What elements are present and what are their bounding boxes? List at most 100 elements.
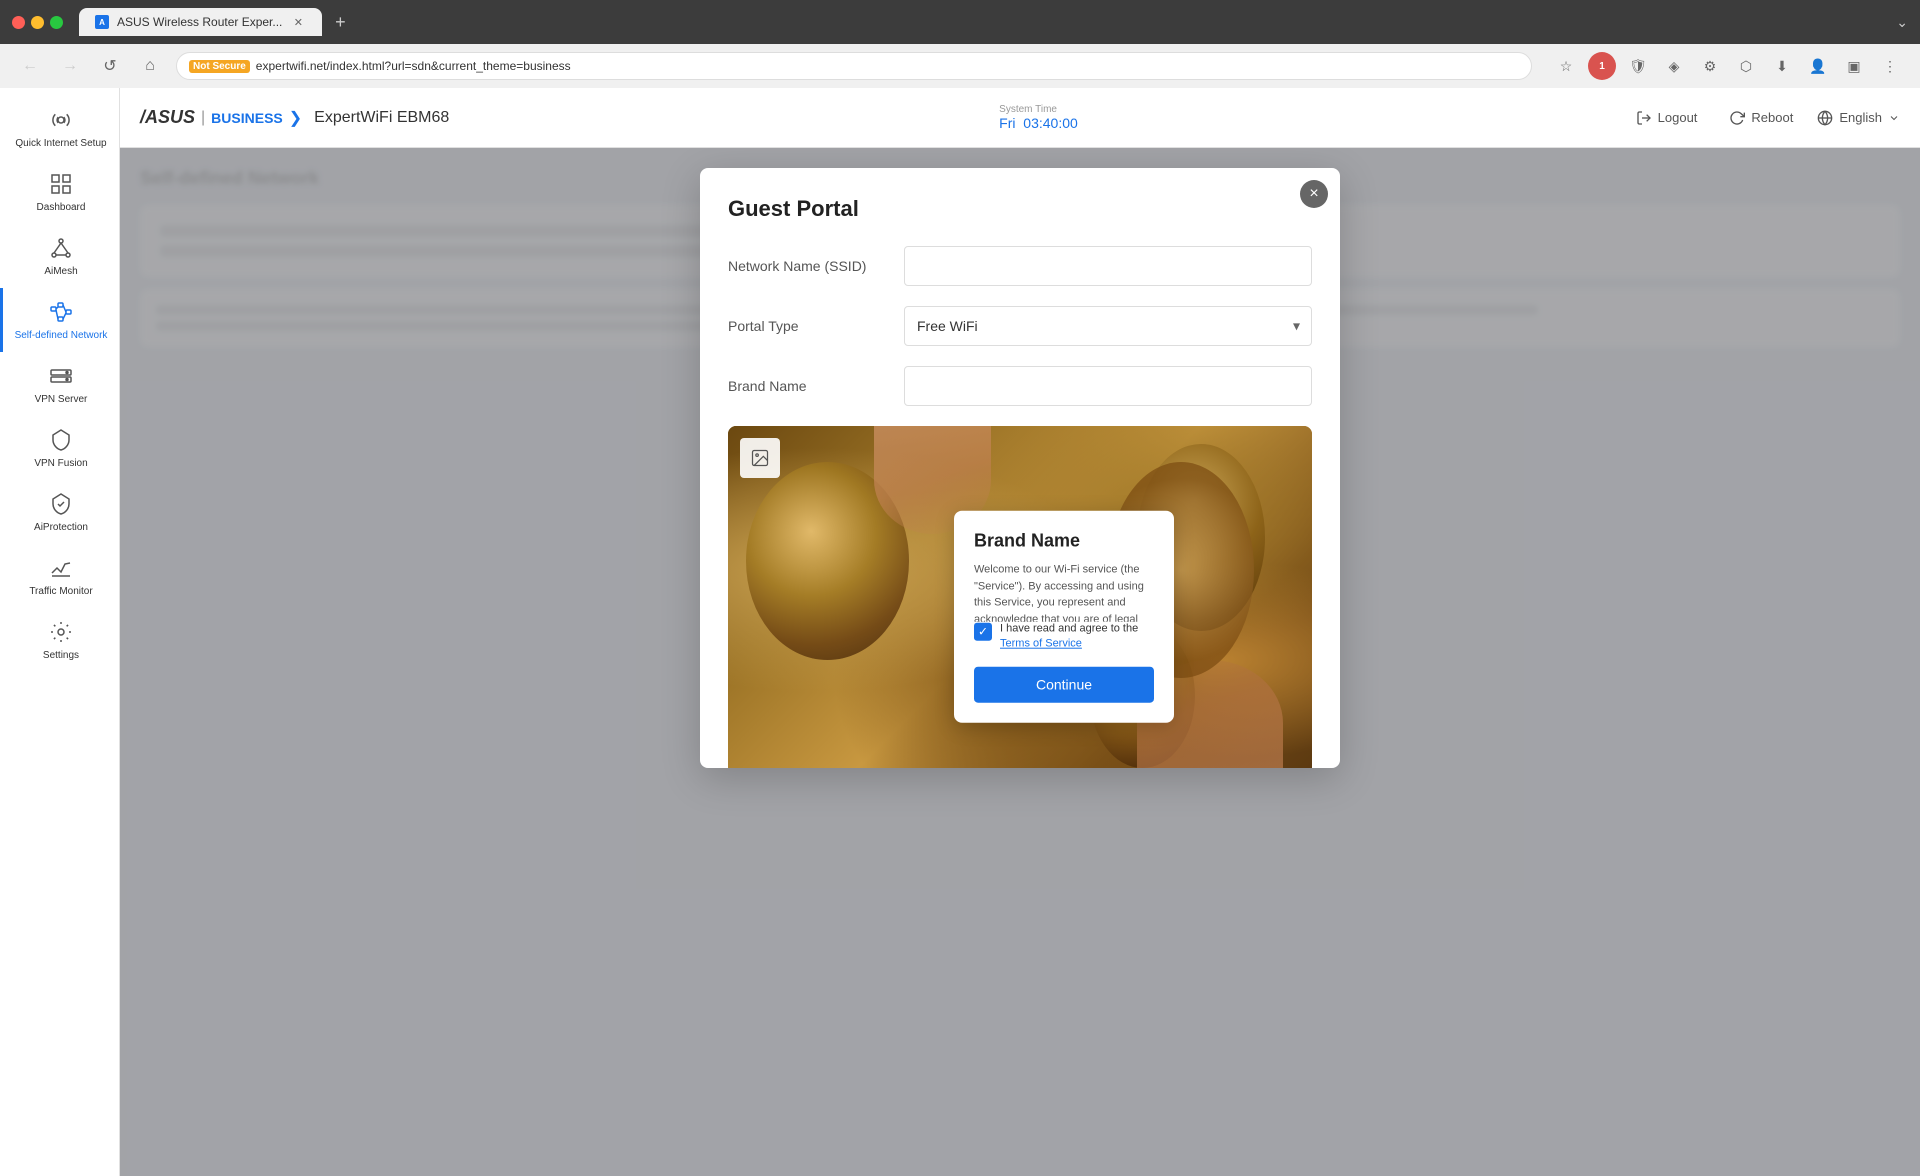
sidebar-item-quick-internet[interactable]: Quick Internet Setup: [0, 96, 119, 160]
sidebar-item-label-aimesh: AiMesh: [44, 266, 77, 278]
minimize-window-button[interactable]: [31, 16, 44, 29]
sidebar-item-label-vpn-fusion: VPN Fusion: [34, 458, 87, 470]
tab-bar: A ASUS Wireless Router Exper... ✕ +: [79, 8, 1888, 36]
self-defined-network-icon: [47, 298, 75, 326]
settings-icon: [47, 618, 75, 646]
extension-icon-4[interactable]: ⚙: [1696, 52, 1724, 80]
close-window-button[interactable]: [12, 16, 25, 29]
brand-name-label: Brand Name: [728, 378, 888, 394]
brand-name-input[interactable]: [904, 366, 1312, 406]
terms-prefix: I have read and agree to the: [1000, 623, 1138, 635]
browser-addressbar: ← → ↺ ⌂ Not Secure expertwifi.net/index.…: [0, 44, 1920, 88]
main-area: /ASUS | BUSINESS ❯ ExpertWiFi EBM68 Syst…: [120, 88, 1920, 1176]
quick-internet-icon: [47, 106, 75, 134]
app-header: /ASUS | BUSINESS ❯ ExpertWiFi EBM68 Syst…: [120, 88, 1920, 148]
forward-button[interactable]: →: [56, 52, 84, 80]
logout-icon: [1636, 110, 1652, 126]
system-time-label: System Time: [999, 104, 1057, 115]
time-value: 03:40:00: [1023, 115, 1078, 131]
active-tab[interactable]: A ASUS Wireless Router Exper... ✕: [79, 8, 322, 36]
terms-check-row: ✓ I have read and agree to the Terms of …: [974, 622, 1154, 653]
network-name-row: Network Name (SSID): [728, 246, 1312, 286]
extension-icon-5[interactable]: ⬡: [1732, 52, 1760, 80]
home-button[interactable]: ⌂: [136, 52, 164, 80]
back-button[interactable]: ←: [16, 52, 44, 80]
language-selector[interactable]: English: [1817, 110, 1900, 126]
brand-divider: |: [201, 109, 205, 127]
sidebar-item-vpn-server[interactable]: VPN Server: [0, 352, 119, 416]
portal-type-select[interactable]: Free WiFi Click-through Sign-in: [904, 306, 1312, 346]
image-upload-button[interactable]: [740, 438, 780, 478]
traffic-monitor-icon: [47, 554, 75, 582]
security-badge: Not Secure: [189, 60, 250, 73]
bookmark-icon[interactable]: ☆: [1552, 52, 1580, 80]
portal-card-title: Brand Name: [974, 531, 1154, 552]
sidebar-item-label-self-defined-network: Self-defined Network: [15, 330, 108, 342]
portal-preview-card: Brand Name Welcome to our Wi-Fi service …: [954, 511, 1174, 723]
sidebar-item-aimesh[interactable]: AiMesh: [0, 224, 119, 288]
globe-icon: [1817, 110, 1833, 126]
language-chevron-icon: [1888, 112, 1900, 124]
time-day: Fri: [999, 115, 1015, 131]
portal-type-label: Portal Type: [728, 318, 888, 334]
sidebar-item-label-vpn-server: VPN Server: [35, 394, 88, 406]
brand-name-row: Brand Name: [728, 366, 1312, 406]
extension-icon-2[interactable]: 🛡: [1624, 52, 1652, 80]
aiprotection-icon: [47, 490, 75, 518]
dashboard-icon: [47, 170, 75, 198]
reload-button[interactable]: ↺: [96, 52, 124, 80]
portal-type-row: Portal Type Free WiFi Click-through Sign…: [728, 306, 1312, 346]
reboot-button[interactable]: Reboot: [1721, 106, 1801, 130]
sidebar-item-label-traffic-monitor: Traffic Monitor: [29, 586, 92, 598]
business-label: BUSINESS: [211, 110, 283, 126]
continue-button[interactable]: Continue: [974, 666, 1154, 702]
tab-menu-button[interactable]: ⌄: [1896, 14, 1908, 31]
more-icon[interactable]: ⋮: [1876, 52, 1904, 80]
sidebar-item-vpn-fusion[interactable]: VPN Fusion: [0, 416, 119, 480]
sidebar-item-label-aiprotection: AiProtection: [34, 522, 88, 534]
sidebar-item-settings[interactable]: Settings: [0, 608, 119, 672]
guest-portal-modal: × Guest Portal Network Name (SSID) Porta…: [700, 168, 1340, 768]
cast-icon[interactable]: ▣: [1840, 52, 1868, 80]
logout-label: Logout: [1658, 110, 1698, 125]
browser-chrome: A ASUS Wireless Router Exper... ✕ + ⌄ ← …: [0, 0, 1920, 88]
asus-brand: /ASUS: [140, 107, 195, 128]
terms-text: I have read and agree to the Terms of Se…: [1000, 622, 1154, 653]
sidebar-item-label-dashboard: Dashboard: [37, 202, 86, 214]
sidebar-item-label-quick-internet: Quick Internet Setup: [15, 138, 106, 150]
maximize-window-button[interactable]: [50, 16, 63, 29]
sidebar: Quick Internet Setup Dashboard: [0, 88, 120, 1176]
portal-type-select-wrapper: Free WiFi Click-through Sign-in ▾: [904, 306, 1312, 346]
tab-label: ASUS Wireless Router Exper...: [117, 15, 282, 29]
tab-favicon: A: [95, 15, 109, 29]
vpn-server-icon: [47, 362, 75, 390]
browser-toolbar-icons: ☆ 1 🛡 ◈ ⚙ ⬡ ⬇ 👤 ▣ ⋮: [1552, 52, 1904, 80]
app-container: Quick Internet Setup Dashboard: [0, 88, 1920, 1176]
sidebar-item-traffic-monitor[interactable]: Traffic Monitor: [0, 544, 119, 608]
sidebar-item-label-settings: Settings: [43, 650, 79, 662]
tab-close-button[interactable]: ✕: [290, 14, 306, 30]
modal-title: Guest Portal: [728, 196, 1312, 222]
portal-card-text-area: Welcome to our Wi-Fi service (the "Servi…: [974, 562, 1154, 622]
sidebar-item-dashboard[interactable]: Dashboard: [0, 160, 119, 224]
modal-close-button[interactable]: ×: [1300, 180, 1328, 208]
download-icon[interactable]: ⬇: [1768, 52, 1796, 80]
terms-checkbox[interactable]: ✓: [974, 623, 992, 641]
extension-icon-1[interactable]: 1: [1588, 52, 1616, 80]
system-time: System Time Fri 03:40:00: [999, 104, 1078, 131]
terms-link[interactable]: Terms of Service: [1000, 638, 1082, 650]
reboot-icon: [1729, 110, 1745, 126]
network-name-input[interactable]: [904, 246, 1312, 286]
logout-button[interactable]: Logout: [1628, 106, 1706, 130]
profile-icon[interactable]: 👤: [1804, 52, 1832, 80]
language-label: English: [1839, 110, 1882, 125]
system-time-value: Fri 03:40:00: [999, 115, 1078, 131]
device-name: ExpertWiFi EBM68: [314, 109, 449, 127]
sidebar-item-aiprotection[interactable]: AiProtection: [0, 480, 119, 544]
content-area: Self-defined Network × Guest Portal: [120, 148, 1920, 1176]
extension-icon-3[interactable]: ◈: [1660, 52, 1688, 80]
sidebar-item-self-defined-network[interactable]: Self-defined Network: [0, 288, 119, 352]
address-bar[interactable]: Not Secure expertwifi.net/index.html?url…: [176, 52, 1532, 80]
new-tab-button[interactable]: +: [326, 8, 354, 36]
traffic-lights: [12, 16, 63, 29]
